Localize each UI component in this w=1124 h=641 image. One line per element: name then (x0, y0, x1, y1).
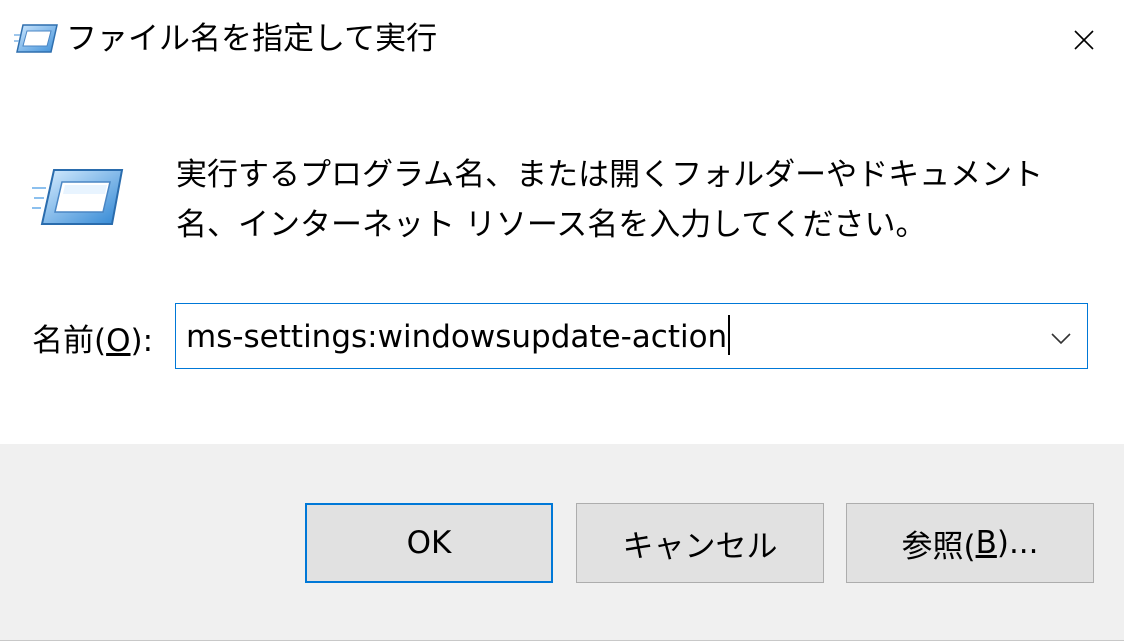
run-dialog: ファイル名を指定して実行 実行するプログラム名、または開くフォルダーやドキュメン… (0, 0, 1124, 641)
access-key-o: O (106, 323, 131, 359)
title-bar: ファイル名を指定して実行 (0, 0, 1124, 80)
name-label: 名前(O): (32, 320, 153, 362)
close-button[interactable] (1044, 0, 1124, 80)
cancel-button[interactable]: キャンセル (576, 503, 824, 583)
text-caret (728, 315, 731, 355)
chevron-down-icon[interactable] (1049, 326, 1073, 350)
ok-button[interactable]: OK (305, 503, 553, 583)
run-icon (14, 22, 58, 56)
run-command-input[interactable]: ms-settings:windowsupdate-action (186, 315, 731, 358)
dialog-content: 実行するプログラム名、または開くフォルダーやドキュメント名、インターネット リソ… (0, 80, 1124, 444)
browse-label-prefix: 参照( (901, 528, 976, 565)
cancel-button-label: キャンセル (622, 528, 778, 565)
button-bar: OK キャンセル 参照(B)... (0, 444, 1124, 641)
browse-button[interactable]: 参照(B)... (846, 503, 1094, 583)
instruction-text: 実行するプログラム名、または開くフォルダーやドキュメント名、インターネット リソ… (176, 157, 1044, 243)
name-label-prefix: 名前( (32, 323, 107, 359)
close-icon (1073, 29, 1095, 51)
ok-button-label: OK (406, 525, 452, 561)
browse-label-suffix: )... (996, 525, 1039, 561)
run-icon (32, 166, 124, 230)
name-label-suffix: ): (130, 323, 154, 359)
run-command-combobox[interactable]: ms-settings:windowsupdate-action (175, 303, 1088, 369)
run-command-value: ms-settings:windowsupdate-action (186, 319, 728, 355)
window-title: ファイル名を指定して実行 (66, 21, 438, 57)
access-key-b: B (975, 525, 997, 561)
